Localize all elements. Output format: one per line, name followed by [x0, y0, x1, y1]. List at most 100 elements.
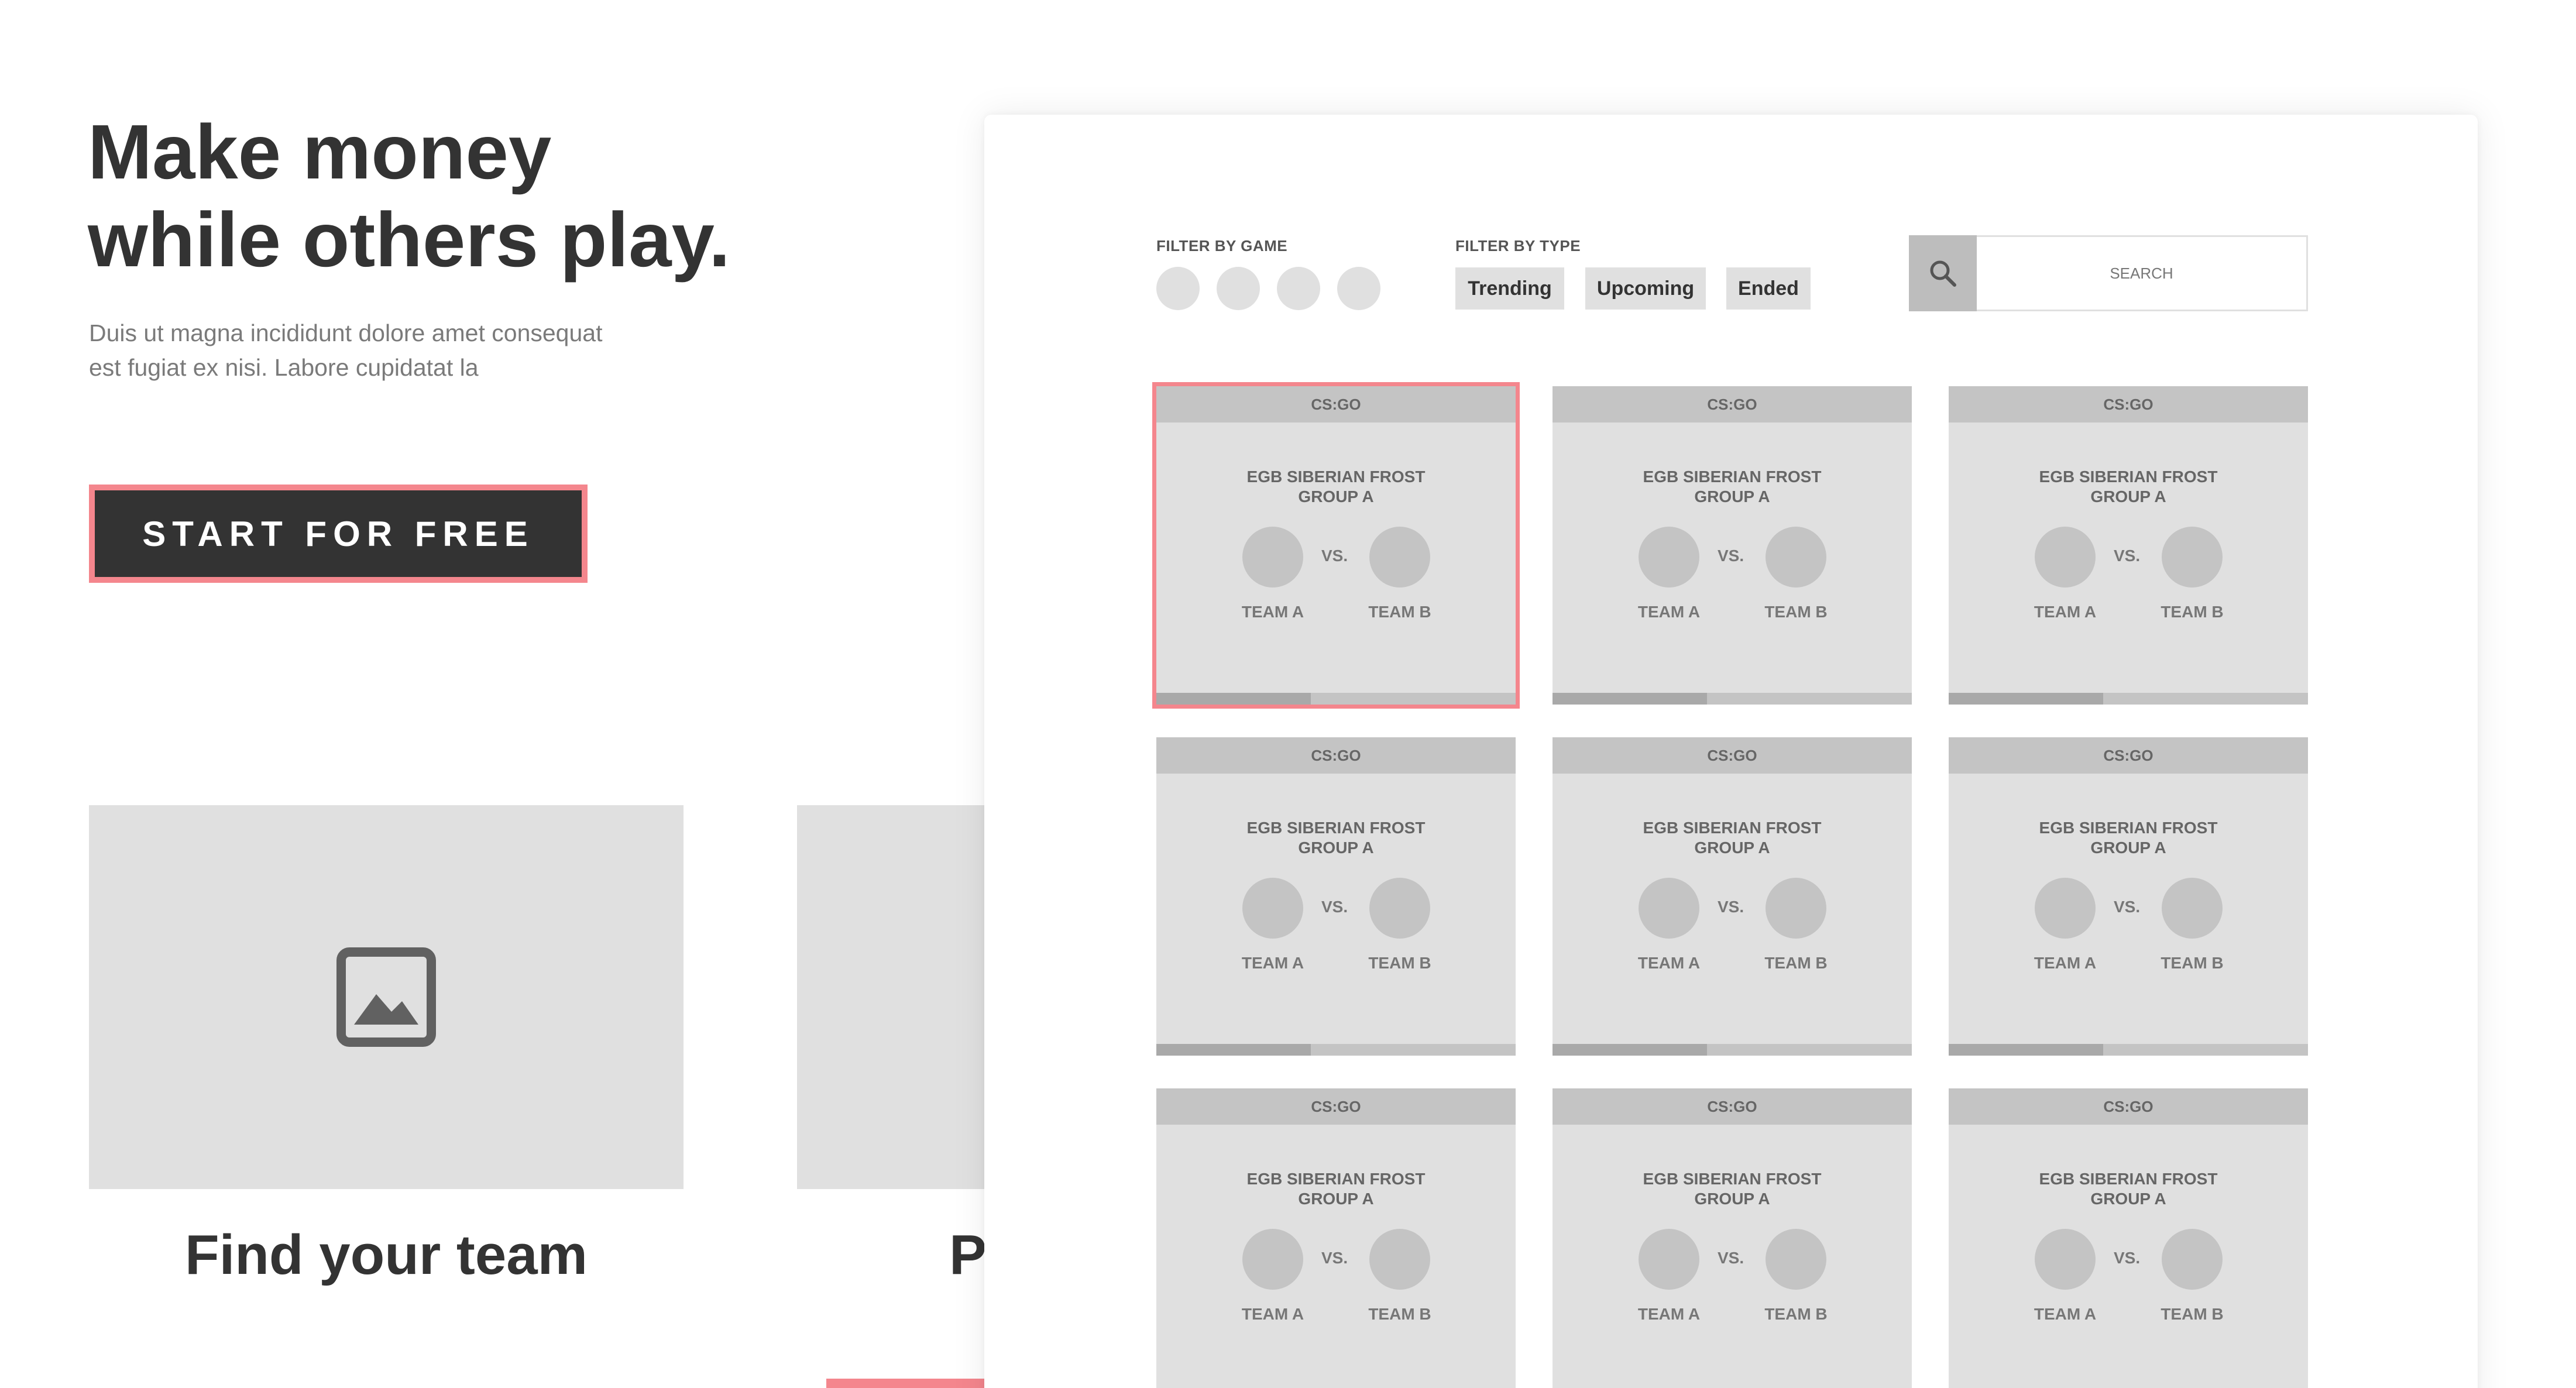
match-title-line-1: EGB SIBERIAN FROST [1643, 1170, 1822, 1188]
filter-by-type-label: FILTER BY TYPE [1455, 237, 1581, 255]
match-title: EGB SIBERIAN FROST GROUP A [1949, 1169, 2308, 1209]
team-a-avatar [2035, 1229, 2096, 1290]
cta-highlight-frame: START FOR FREE [89, 485, 588, 583]
team-a-name: TEAM A [2034, 603, 2097, 621]
team-b-avatar [2162, 1229, 2223, 1290]
feature-image-placeholder [89, 805, 684, 1189]
match-progress-fill [1949, 693, 2104, 705]
game-filter-option-4[interactable] [1337, 267, 1380, 310]
match-title-line-1: EGB SIBERIAN FROST [2039, 1170, 2218, 1188]
team-a-avatar [1242, 878, 1303, 939]
search-input[interactable] [1977, 235, 2308, 311]
match-title: EGB SIBERIAN FROST GROUP A [1949, 818, 2308, 858]
match-title-line-1: EGB SIBERIAN FROST [1643, 468, 1822, 486]
match-title-line-1: EGB SIBERIAN FROST [1246, 468, 1426, 486]
match-progress-fill [1156, 1044, 1311, 1056]
match-title-line-1: EGB SIBERIAN FROST [2039, 468, 2218, 486]
match-card[interactable]: CS:GO EGB SIBERIAN FROST GROUP A VS. TEAM AT… [1553, 1088, 1912, 1388]
match-title-line-1: EGB SIBERIAN FROST [1643, 819, 1822, 837]
match-title-line-2: GROUP A [1694, 1190, 1770, 1208]
match-title: EGB SIBERIAN FROST GROUP A [1553, 1169, 1912, 1209]
versus-label: VS. [1718, 898, 1744, 916]
match-card[interactable]: CS:GO EGB SIBERIAN FROST GROUP A VS. TEAM A T… [1152, 382, 1520, 709]
team-b-avatar [1766, 878, 1826, 939]
type-filter-upcoming[interactable]: Upcoming [1585, 267, 1706, 310]
team-b-name: TEAM B [1764, 1305, 1828, 1323]
start-for-free-button[interactable]: START FOR FREE [95, 490, 582, 577]
match-progress-fill [1553, 693, 1708, 705]
game-filter-option-3[interactable] [1277, 267, 1320, 310]
match-game-label: CS:GO [1949, 737, 2308, 774]
match-card-grid: CS:GO EGB SIBERIAN FROST GROUP A VS. TEAM AT… [1152, 382, 2308, 1388]
match-title-line-2: GROUP A [2090, 839, 2166, 857]
team-b-name: TEAM B [1368, 954, 1431, 972]
hero-subtitle: Duis ut magna incididunt dolore amet con… [89, 316, 674, 385]
match-title-line-2: GROUP A [1298, 487, 1374, 506]
team-b-name: TEAM B [1764, 603, 1828, 621]
team-a-avatar [1639, 878, 1699, 939]
match-title-line-2: GROUP A [1694, 839, 1770, 857]
team-b-avatar [2162, 527, 2223, 588]
hero-subtitle-line-1: Duis ut magna incididunt dolore amet con… [89, 319, 603, 346]
team-a-avatar [1242, 1229, 1303, 1290]
match-card[interactable]: CS:GO EGB SIBERIAN FROST GROUP A VS. TEAM AT… [1156, 737, 1516, 1056]
match-title: EGB SIBERIAN FROST GROUP A [1156, 818, 1516, 858]
team-b-name: TEAM B [2161, 1305, 2224, 1323]
match-title: EGB SIBERIAN FROST GROUP A [1949, 467, 2308, 507]
match-progress-bar [1949, 1044, 2308, 1056]
feature-title-find-your-team: Find your team [184, 1224, 588, 1286]
match-progress-fill [1949, 1044, 2104, 1056]
versus-label: VS. [1718, 547, 1744, 565]
match-card[interactable]: CS:GO EGB SIBERIAN FROST GROUP A VS. TEAM AT… [1553, 386, 1912, 705]
match-title: EGB SIBERIAN FROST GROUP A [1553, 467, 1912, 507]
match-title-line-1: EGB SIBERIAN FROST [1246, 819, 1426, 837]
match-progress-bar [1553, 1044, 1912, 1056]
type-filter-trending[interactable]: Trending [1455, 267, 1564, 310]
team-a-name: TEAM A [2034, 1305, 2097, 1323]
match-title: EGB SIBERIAN FROST GROUP A [1553, 818, 1912, 858]
team-b-avatar [1369, 878, 1430, 939]
versus-label: VS. [1718, 1249, 1744, 1267]
match-title-line-2: GROUP A [1298, 839, 1374, 857]
search-icon [1930, 260, 1956, 287]
hero-title-line-2: while others play. [88, 197, 730, 283]
versus-label: VS. [1321, 898, 1348, 916]
match-progress-bar [1949, 693, 2308, 705]
hero-title: Make money while others play. [88, 108, 790, 284]
versus-label: VS. [1321, 547, 1348, 565]
team-a-avatar [1639, 1229, 1699, 1290]
team-b-name: TEAM B [1764, 954, 1828, 972]
match-game-label: CS:GO [1156, 1088, 1516, 1125]
match-card[interactable]: CS:GO EGB SIBERIAN FROST GROUP A VS. TEAM AT… [1949, 386, 2308, 705]
team-b-avatar [1766, 527, 1826, 588]
team-a-name: TEAM A [1241, 1305, 1304, 1323]
hero-subtitle-line-2: est fugiat ex nisi. Labore cupidatat la [89, 354, 479, 381]
match-progress-bar [1156, 1044, 1516, 1056]
match-card[interactable]: CS:GO EGB SIBERIAN FROST GROUP A VS. TEAM AT… [1156, 1088, 1516, 1388]
match-card[interactable]: CS:GO EGB SIBERIAN FROST GROUP A VS. TEAM AT… [1949, 737, 2308, 1056]
match-game-label: CS:GO [1156, 737, 1516, 774]
game-filter-option-2[interactable] [1217, 267, 1260, 310]
match-game-label: CS:GO [1949, 1088, 2308, 1125]
match-game-label: CS:GO [1553, 737, 1912, 774]
match-card[interactable]: CS:GO EGB SIBERIAN FROST GROUP A VS. TEAM AT… [1949, 1088, 2308, 1388]
team-a-name: TEAM A [2034, 954, 2097, 972]
team-b-name: TEAM B [1368, 603, 1431, 621]
filter-by-game-label: FILTER BY GAME [1156, 237, 1288, 255]
versus-label: VS. [2114, 547, 2141, 565]
image-placeholder-icon [336, 947, 436, 1047]
game-filter-option-1[interactable] [1156, 267, 1200, 310]
search-button[interactable] [1909, 235, 1977, 311]
team-b-name: TEAM B [2161, 603, 2224, 621]
match-card[interactable]: CS:GO EGB SIBERIAN FROST GROUP A VS. TEAM A T… [1553, 737, 1912, 1056]
feature-image-placeholder-2 [797, 805, 984, 1189]
match-game-label: CS:GO [1156, 386, 1516, 422]
versus-label: VS. [2114, 898, 2141, 916]
team-a-name: TEAM A [1241, 603, 1304, 621]
type-filter-ended[interactable]: Ended [1726, 267, 1811, 310]
match-progress-fill [1156, 693, 1311, 705]
team-b-avatar [2162, 878, 2223, 939]
match-title: EGB SIBERIAN FROST GROUP A [1156, 1169, 1516, 1209]
team-a-name: TEAM A [1637, 954, 1701, 972]
versus-label: VS. [1321, 1249, 1348, 1267]
